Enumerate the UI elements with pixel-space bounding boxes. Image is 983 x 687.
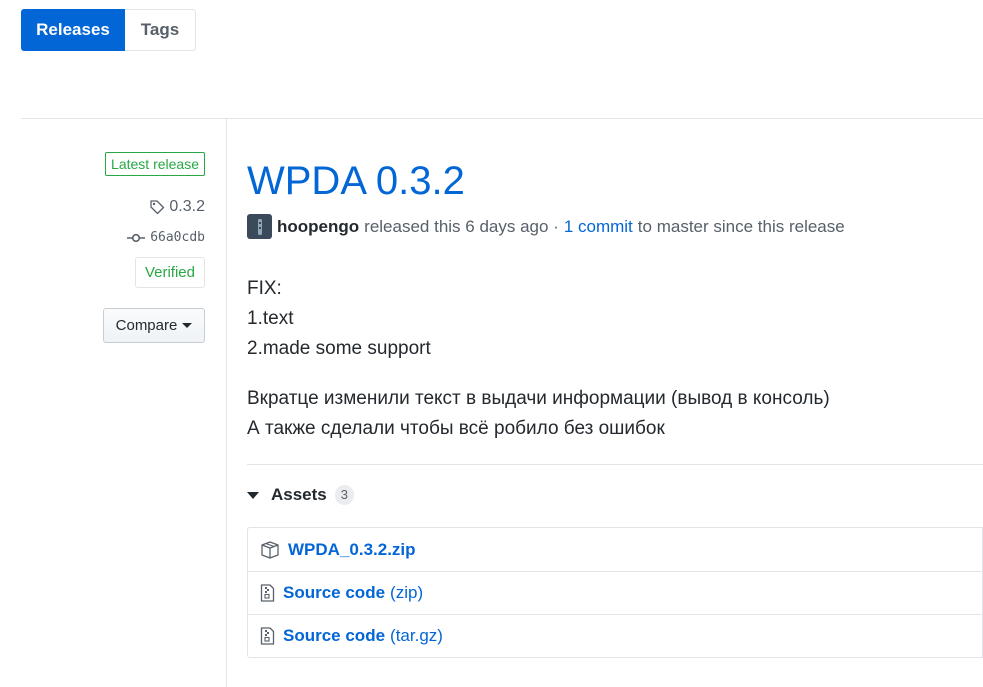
avatar[interactable] bbox=[247, 214, 272, 239]
released-text: released this 6 days ago · bbox=[364, 216, 559, 236]
triangle-down-icon bbox=[247, 491, 259, 499]
releases-page: Releases Tags Latest release 0.3.2 66a0c… bbox=[0, 0, 983, 687]
file-zip-icon bbox=[260, 584, 275, 602]
tab-releases[interactable]: Releases bbox=[21, 9, 125, 51]
release-byline: hoopengo released this 6 days ago · 1 co… bbox=[247, 214, 983, 239]
asset-format: (zip) bbox=[390, 583, 424, 602]
notes-paragraph: Вкратце изменили текст в выдачи информац… bbox=[247, 384, 983, 444]
commits-link[interactable]: 1 commit bbox=[564, 217, 633, 237]
notes-line: Вкратце изменили текст в выдачи информац… bbox=[247, 388, 830, 409]
release-body: WPDA 0.3.2 hoopengo released this 6 days… bbox=[247, 154, 983, 658]
assets-divider bbox=[247, 464, 983, 465]
avatar-image-icon bbox=[257, 218, 262, 235]
notes-line: А также сделали чтобы всё робило без оши… bbox=[247, 418, 665, 439]
asset-format: (tar.gz) bbox=[390, 626, 443, 645]
assets-label: Assets bbox=[271, 485, 327, 504]
file-zip-icon bbox=[260, 627, 275, 645]
tag-label: 0.3.2 bbox=[169, 198, 205, 215]
notes-paragraph: FIX: 1.text 2.made some support bbox=[247, 274, 983, 364]
release-commit[interactable]: 66a0cdb bbox=[127, 230, 205, 245]
asset-row[interactable]: Source code (tar.gz) bbox=[248, 614, 982, 657]
caret-down-icon bbox=[182, 323, 193, 328]
notes-line: 2.made some support bbox=[247, 338, 431, 359]
assets-count-badge: 3 bbox=[334, 485, 354, 505]
tag-icon bbox=[150, 200, 165, 215]
since-text: to master since this release bbox=[637, 216, 845, 236]
compare-label: Compare bbox=[115, 317, 178, 334]
tab-tags[interactable]: Tags bbox=[125, 9, 196, 51]
author-link[interactable]: hoopengo bbox=[277, 217, 359, 237]
assets-list: WPDA_0.3.2.zip Source code (zip) Source … bbox=[247, 527, 983, 658]
asset-link[interactable]: WPDA_0.3.2.zip bbox=[288, 540, 416, 560]
release-tabs: Releases Tags bbox=[21, 9, 196, 51]
git-commit-icon bbox=[127, 233, 146, 242]
verified-badge[interactable]: Verified bbox=[134, 257, 205, 288]
compare-button[interactable]: Compare bbox=[103, 308, 205, 343]
notes-line: 1.text bbox=[247, 308, 294, 329]
asset-link[interactable]: Source code bbox=[283, 626, 385, 646]
top-divider bbox=[21, 118, 983, 119]
release-title[interactable]: WPDA 0.3.2 bbox=[247, 154, 983, 208]
asset-row[interactable]: WPDA_0.3.2.zip bbox=[248, 528, 982, 571]
package-icon bbox=[261, 540, 279, 559]
notes-line: FIX: bbox=[247, 278, 282, 299]
release-meta: Latest release 0.3.2 66a0cdb Verified Co… bbox=[103, 152, 205, 343]
assets-toggle[interactable]: Assets 3 bbox=[247, 485, 983, 505]
commit-sha: 66a0cdb bbox=[150, 230, 205, 245]
latest-release-badge: Latest release bbox=[105, 152, 205, 176]
release-notes: FIX: 1.text 2.made some support Вкратце … bbox=[247, 274, 983, 444]
asset-row[interactable]: Source code (zip) bbox=[248, 571, 982, 614]
column-divider bbox=[226, 118, 227, 687]
release-tag[interactable]: 0.3.2 bbox=[149, 198, 205, 216]
asset-link[interactable]: Source code bbox=[283, 583, 385, 603]
